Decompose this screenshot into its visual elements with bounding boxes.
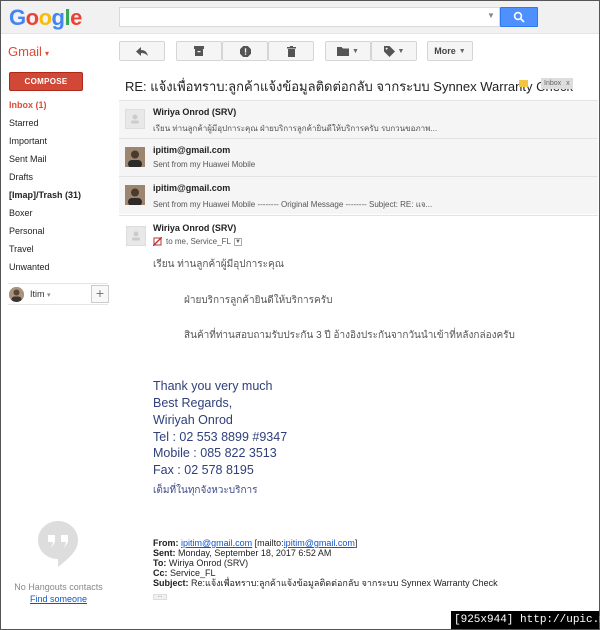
chevron-down-icon: ▼: [397, 47, 405, 55]
show-trimmed-content-button[interactable]: ...: [153, 593, 167, 600]
chevron-down-icon: ▼: [458, 47, 466, 55]
label-tag-icon: [519, 80, 528, 87]
hangouts-icon: [38, 521, 78, 567]
more-button[interactable]: More ▼: [427, 41, 473, 61]
signature-line: Thank you very much: [153, 379, 273, 393]
message-snippet: Sent from my Huawei Mobile -------- Orig…: [153, 200, 433, 209]
report-spam-button[interactable]: [222, 41, 268, 61]
signature-line: Fax : 02 578 8195: [153, 463, 254, 477]
signature-line: Wiriyah Onrod: [153, 413, 233, 427]
quote-to: To: Wiriya Onrod (SRV): [153, 558, 249, 568]
quote-subject: Subject: Re:แจ้งเพื่อทราบ:ลูกค้าแจ้งข้อม…: [153, 578, 498, 588]
remove-label-button[interactable]: x: [566, 80, 570, 87]
hangouts-user-row: Itim ▾ +: [8, 283, 109, 305]
message-snippet: Sent from my Huawei Mobile: [153, 160, 256, 169]
search-options-icon[interactable]: ▼: [487, 11, 495, 20]
sidebar-item-inbox[interactable]: Inbox (1): [0, 96, 108, 114]
signature-line: Tel : 02 553 8899 #9347: [153, 430, 288, 444]
search-input[interactable]: [119, 7, 500, 27]
signature-line: Mobile : 085 822 3513: [153, 446, 277, 460]
move-to-button[interactable]: ▼: [325, 41, 371, 61]
inbox-badge: Inbox x: [541, 78, 573, 89]
avatar: [125, 147, 145, 167]
label-icon: [383, 45, 395, 57]
avatar: [126, 226, 146, 246]
recipients-row: to me, Service_FL ▼: [153, 237, 242, 246]
gmail-menu[interactable]: Gmail ▾: [8, 44, 49, 59]
delete-icon: [286, 45, 296, 57]
compose-button[interactable]: COMPOSE: [9, 72, 83, 91]
chevron-down-icon: ▼: [352, 47, 359, 55]
avatar: [125, 109, 145, 129]
hangouts-user-name[interactable]: Itim ▾: [30, 289, 51, 299]
quote-cc: Cc: Service_FL: [153, 568, 216, 578]
watermark: [925x944] http://upic.me/: [451, 611, 600, 629]
folder-icon: [337, 46, 350, 56]
message-snippet: เรียน ท่านลูกค้าผู้มีอุปการะคุณ ฝ่ายบริก…: [153, 124, 438, 133]
archive-button[interactable]: [176, 41, 222, 61]
from-email-link[interactable]: ipitim@gmail.com: [181, 538, 252, 548]
body-line: ฝ่ายบริการลูกค้ายินดีให้บริการครับ: [184, 295, 333, 306]
reply-button[interactable]: [119, 41, 165, 61]
collapsed-message[interactable]: ipitim@gmail.com Sent from my Huawei Mob…: [119, 176, 598, 214]
archive-icon: [194, 46, 204, 56]
signature-tagline: เต็มที่ในทุกจังหวะบริการ: [153, 485, 258, 496]
sidebar-item-personal[interactable]: Personal: [0, 222, 108, 240]
quote-sent: Sent: Monday, September 18, 2017 6:52 AM: [153, 548, 332, 558]
body-line: สินค้าที่ท่านสอบถามรับประกัน 3 ปี อ้างอิ…: [184, 330, 515, 341]
signature-line: Best Regards,: [153, 396, 233, 410]
reply-icon: [136, 46, 148, 56]
show-details-button[interactable]: ▼: [233, 237, 242, 246]
collapsed-message[interactable]: Wiriya Onrod (SRV) เรียน ท่านลูกค้าผู้มี…: [119, 100, 598, 138]
message-sender: ipitim@gmail.com: [153, 183, 231, 193]
sidebar-item-sent-mail[interactable]: Sent Mail: [0, 150, 108, 168]
avatar: [125, 185, 145, 205]
google-logo[interactable]: Google: [9, 5, 82, 31]
sidebar-nav: Inbox (1) Starred Important Sent Mail Dr…: [0, 96, 108, 276]
labels-button[interactable]: ▼: [371, 41, 417, 61]
quote-from: From: ipitim@gmail.com [mailto:ipitim@gm…: [153, 538, 358, 548]
message-sender[interactable]: Wiriya Onrod (SRV): [153, 223, 236, 233]
no-hangouts-text: No Hangouts contacts: [14, 582, 103, 592]
unverified-icon: [153, 237, 162, 246]
collapsed-message[interactable]: ipitim@gmail.com Sent from my Huawei Mob…: [119, 138, 598, 176]
mailto-link[interactable]: ipitim@gmail.com: [284, 538, 355, 548]
new-hangout-button[interactable]: +: [91, 285, 109, 303]
sidebar-item-unwanted[interactable]: Unwanted: [0, 258, 108, 276]
search-button[interactable]: [500, 7, 538, 27]
sidebar-item-trash[interactable]: [Imap]/Trash (31): [0, 186, 108, 204]
message-sender: Wiriya Onrod (SRV): [153, 107, 237, 117]
sidebar-item-starred[interactable]: Starred: [0, 114, 108, 132]
avatar[interactable]: [9, 287, 24, 302]
sidebar-item-boxer[interactable]: Boxer: [0, 204, 108, 222]
sidebar-item-travel[interactable]: Travel: [0, 240, 108, 258]
report-spam-icon: [239, 45, 251, 57]
magnifier-icon: [513, 11, 525, 23]
sidebar-item-drafts[interactable]: Drafts: [0, 168, 108, 186]
delete-button[interactable]: [268, 41, 314, 61]
sidebar-item-important[interactable]: Important: [0, 132, 108, 150]
open-message: Wiriya Onrod (SRV) to me, Service_FL ▼: [119, 215, 598, 246]
message-sender: ipitim@gmail.com: [153, 145, 231, 155]
find-someone-link[interactable]: Find someone: [0, 594, 117, 604]
body-greeting: เรียน ท่านลูกค้าผู้มีอุปการะคุณ: [153, 259, 284, 270]
thread-subject: RE: แจ้งเพื่อทราบ:ลูกค้าแจ้งข้อมูลติดต่อ…: [125, 79, 573, 94]
